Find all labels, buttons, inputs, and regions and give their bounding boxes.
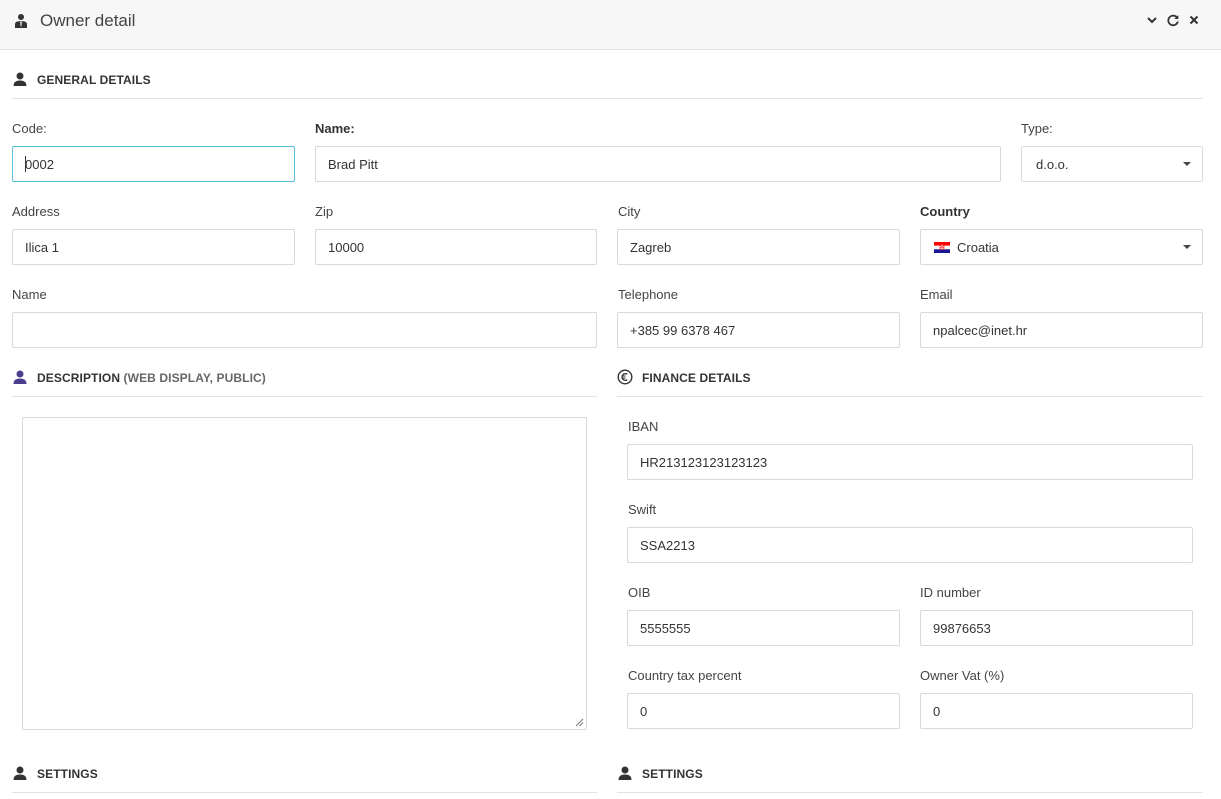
section-finance-details: FINANCE DETAILS [617, 368, 1203, 390]
oib-value: 5555555 [640, 621, 691, 636]
contact-name-label: Name [12, 287, 47, 302]
id-number-label: ID number [920, 585, 981, 600]
country-label: Country [920, 204, 970, 219]
type-label: Type: [1021, 121, 1053, 136]
user-icon [13, 766, 27, 780]
section-title: SETTINGS [37, 767, 98, 781]
section-title: SETTINGS [642, 767, 703, 781]
email-input[interactable]: npalcec@inet.hr [920, 312, 1203, 348]
caret-down-icon [1183, 245, 1191, 249]
country-tax-value: 0 [640, 704, 648, 719]
description-textarea[interactable] [22, 417, 587, 730]
country-tax-input[interactable]: 0 [627, 693, 900, 729]
owner-vat-value: 0 [933, 704, 941, 719]
caret-down-icon [1183, 162, 1191, 166]
zip-label: Zip [315, 204, 334, 219]
type-value: d.o.o. [1036, 157, 1069, 172]
divider [12, 396, 597, 397]
oib-input[interactable]: 5555555 [627, 610, 900, 646]
owner-icon [15, 14, 27, 28]
address-value: Ilica 1 [25, 240, 59, 255]
id-number-input[interactable]: 99876653 [920, 610, 1193, 646]
user-icon [13, 370, 27, 384]
zip-input[interactable]: 10000 [315, 229, 597, 265]
city-input[interactable]: Zagreb [617, 229, 900, 265]
swift-value: SSA2213 [640, 538, 695, 553]
email-value: npalcec@inet.hr [933, 323, 1028, 338]
section-title: DESCRIPTION (WEB DISPLAY, PUBLIC) [37, 371, 266, 385]
oib-label: OIB [628, 585, 651, 600]
zip-value: 10000 [328, 240, 365, 255]
euro-icon [617, 369, 633, 385]
iban-value: HR213123123123123 [640, 455, 768, 470]
user-icon [618, 766, 632, 780]
section-title-suffix: (WEB DISPLAY, PUBLIC) [120, 371, 266, 385]
country-tax-label: Country tax percent [628, 668, 742, 683]
window-titlebar: Owner detail [0, 0, 1221, 50]
address-input[interactable]: Ilica 1 [12, 229, 295, 265]
divider [12, 98, 1203, 99]
telephone-label: Telephone [618, 287, 678, 302]
code-label: Code: [12, 121, 47, 136]
email-label: Email [920, 287, 953, 302]
divider [12, 792, 597, 793]
chevron-down-icon[interactable] [1145, 13, 1159, 27]
section-settings-right: SETTINGS [617, 764, 1203, 786]
resize-handle-icon[interactable] [574, 717, 584, 727]
name-label: Name: [315, 121, 355, 136]
address-label: Address [12, 204, 60, 219]
swift-label: Swift [628, 502, 657, 517]
section-title: FINANCE DETAILS [642, 371, 751, 385]
name-value: Brad Pitt [328, 157, 378, 172]
refresh-icon[interactable] [1166, 13, 1180, 27]
divider [617, 396, 1203, 397]
divider [617, 792, 1203, 793]
section-title: GENERAL DETAILS [37, 73, 151, 87]
country-select[interactable]: Croatia [920, 229, 1203, 265]
city-value: Zagreb [630, 240, 672, 255]
section-description: DESCRIPTION (WEB DISPLAY, PUBLIC) [12, 368, 597, 390]
section-title-main: DESCRIPTION [37, 371, 121, 385]
section-general-details: GENERAL DETAILS [12, 70, 312, 92]
id-number-value: 99876653 [933, 621, 991, 636]
name-input[interactable]: Brad Pitt [315, 146, 1001, 182]
country-value: Croatia [957, 240, 999, 255]
owner-vat-input[interactable]: 0 [920, 693, 1193, 729]
code-value: 0002 [25, 157, 54, 172]
code-input[interactable]: 0002 [12, 146, 295, 182]
close-icon[interactable] [1187, 13, 1201, 27]
section-settings-left: SETTINGS [12, 764, 597, 786]
iban-input[interactable]: HR213123123123123 [627, 444, 1193, 480]
telephone-input[interactable]: +385 99 6378 467 [617, 312, 900, 348]
city-label: City [618, 204, 641, 219]
swift-input[interactable]: SSA2213 [627, 527, 1193, 563]
contact-name-input[interactable] [12, 312, 597, 348]
iban-label: IBAN [628, 419, 659, 434]
owner-vat-label: Owner Vat (%) [920, 668, 1005, 683]
window-title: Owner detail [40, 11, 136, 30]
telephone-value: +385 99 6378 467 [630, 323, 736, 338]
croatia-flag-icon [934, 242, 950, 253]
user-icon [13, 72, 27, 86]
type-select[interactable]: d.o.o. [1021, 146, 1203, 182]
